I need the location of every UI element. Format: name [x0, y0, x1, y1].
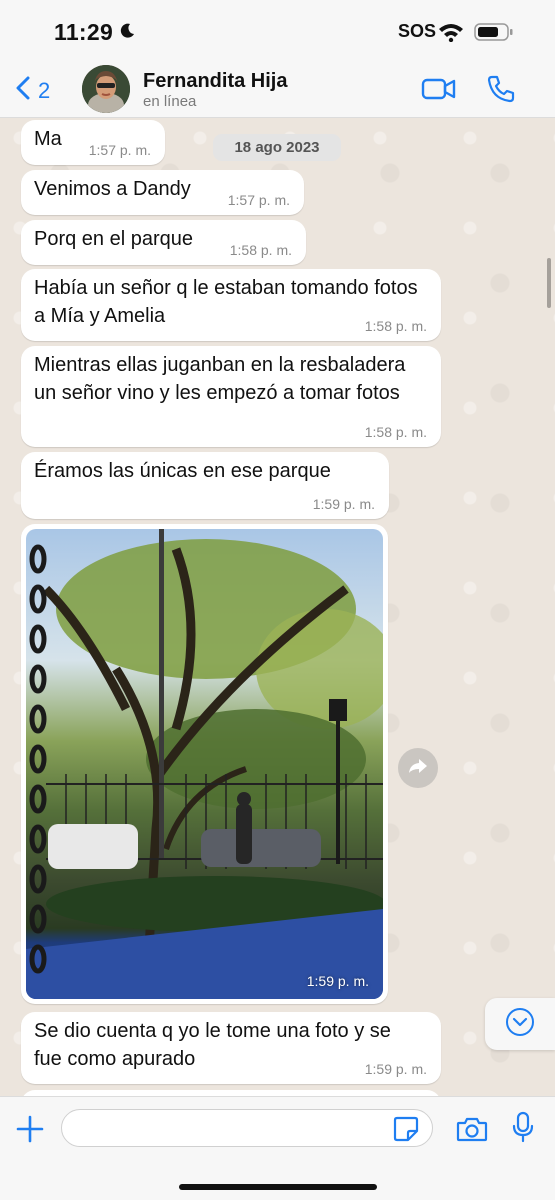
camera-icon[interactable]: [456, 1116, 488, 1147]
sos-label: SOS: [398, 21, 437, 41]
chevron-down-icon: [504, 1006, 536, 1043]
scroll-down-button[interactable]: [485, 998, 555, 1050]
message-time: 1:59 p. m.: [364, 1061, 427, 1077]
message-text: Había un señor q le estaban tomando foto…: [34, 277, 418, 327]
message-bubble[interactable]: Mientras ellas juganban en la resbalader…: [21, 346, 441, 447]
scrollbar[interactable]: [547, 258, 551, 308]
chevron-left-icon: [16, 76, 30, 105]
message-time: 1:59 p. m.: [312, 496, 375, 512]
wifi-icon: [438, 22, 464, 47]
message-bubble[interactable]: Había un señor q le estaban tomando foto…: [21, 269, 441, 341]
photo-time: 1:59 p. m.: [306, 973, 369, 989]
status-bar: 11:29 SOS: [0, 0, 555, 62]
chat-area[interactable]: Ma 1:57 p. m. 18 ago 2023 Venimos a Dand…: [0, 118, 555, 1096]
message-time: 1:58 p. m.: [229, 242, 292, 258]
contact-status: en línea: [143, 93, 197, 110]
message-bubble[interactable]: Ma 1:57 p. m.: [21, 120, 165, 165]
message-text: Mientras ellas juganban en la resbalader…: [34, 354, 406, 404]
microphone-icon[interactable]: [511, 1111, 535, 1148]
message-time: 1:58 p. m.: [364, 424, 427, 440]
chat-header: 2 Fernandita Hija en línea: [0, 62, 555, 118]
photo-message[interactable]: 1:59 p. m.: [21, 524, 388, 1004]
date-separator: 18 ago 2023: [213, 134, 341, 161]
sticker-icon[interactable]: [393, 1116, 419, 1147]
back-button[interactable]: 2: [16, 76, 50, 105]
photo-image[interactable]: 1:59 p. m.: [26, 529, 383, 999]
input-bar: [0, 1096, 555, 1200]
message-bubble[interactable]: Porq en el parque 1:58 p. m.: [21, 220, 306, 265]
forward-arrow-icon: [407, 757, 429, 780]
message-text: Se dio cuenta q yo le tome una foto y se…: [34, 1020, 391, 1070]
message-time: 1:58 p. m.: [364, 318, 427, 334]
unread-count: 2: [38, 77, 51, 103]
message-input[interactable]: [61, 1109, 433, 1147]
home-indicator: [179, 1184, 377, 1190]
phone-icon[interactable]: [486, 74, 516, 109]
message-time: 1:57 p. m.: [88, 142, 151, 158]
contact-name[interactable]: Fernandita Hija: [143, 70, 287, 93]
moon-icon: [118, 22, 136, 45]
avatar[interactable]: [82, 65, 130, 113]
video-camera-icon[interactable]: [421, 76, 457, 107]
plus-icon[interactable]: [16, 1115, 44, 1148]
message-text: Éramos las únicas en ese parque: [34, 460, 331, 482]
message-bubble[interactable]: Se dio cuenta q yo le tome una foto y se…: [21, 1012, 441, 1084]
message-bubble[interactable]: Venimos a Dandy 1:57 p. m.: [21, 170, 304, 215]
message-bubble[interactable]: Éramos las únicas en ese parque 1:59 p. …: [21, 452, 389, 519]
message-time: 1:57 p. m.: [227, 192, 290, 208]
status-time: 11:29: [54, 19, 114, 45]
forward-button[interactable]: [398, 748, 438, 788]
battery-icon: [474, 23, 514, 46]
